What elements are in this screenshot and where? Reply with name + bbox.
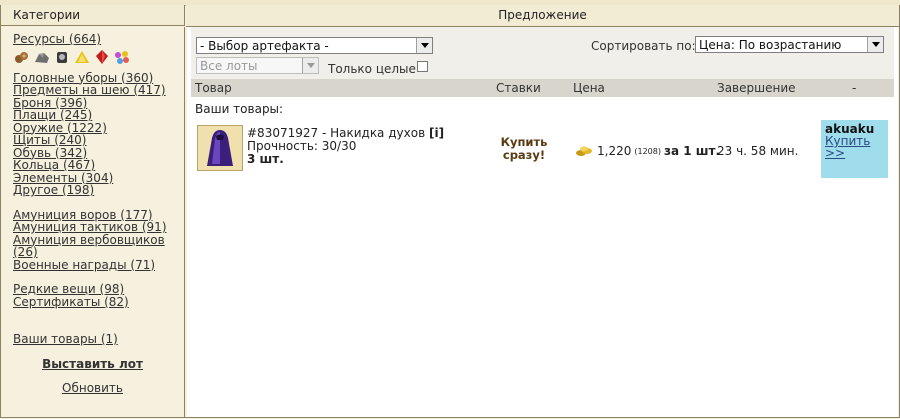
price-base: (1208) — [634, 146, 661, 156]
chevron-down-icon — [416, 38, 432, 53]
sulfur-icon[interactable] — [73, 49, 91, 65]
price-value: 1,220 — [597, 144, 632, 158]
category-link[interactable]: Сертификаты (82) — [13, 295, 184, 309]
sort-label: Сортировать по: — [591, 39, 696, 53]
column-ends: Завершение — [717, 81, 796, 95]
gems-icon[interactable] — [113, 49, 131, 65]
chevron-down-icon — [302, 58, 318, 73]
lot-info-link[interactable]: [i] — [429, 126, 444, 140]
lot-title-text: #83071927 - Накидка духов — [247, 126, 426, 140]
column-bids: Ставки — [496, 81, 541, 95]
lot-durability: Прочность: 30/30 — [247, 139, 357, 153]
lot-quantity: 3 шт. — [247, 152, 284, 166]
category-link[interactable]: Военные награды (71) — [13, 258, 184, 272]
category-link[interactable]: Щиты (240) — [13, 134, 184, 147]
section-label: Ваши товары: — [195, 102, 284, 116]
category-link[interactable]: Предметы на шею (417) — [13, 84, 184, 97]
column-dash: - — [852, 81, 857, 95]
sort-select-value: Цена: По возрастанию — [699, 38, 842, 52]
chevron-down-icon — [867, 37, 883, 52]
post-lot-link[interactable]: Выставить лот — [13, 357, 184, 371]
category-link[interactable]: Редкие вещи (98) — [13, 283, 184, 296]
sort-select[interactable]: Цена: По возрастанию — [695, 36, 884, 53]
column-item: Товар — [195, 81, 232, 95]
my-items-link[interactable]: Ваши товары (1) — [13, 333, 184, 346]
buy-now-label: Купить сразу! — [500, 135, 548, 162]
wood-icon[interactable] — [13, 49, 31, 65]
artifact-select-value: - Выбор артефакта - — [200, 39, 329, 53]
offers-header: Предложение — [186, 5, 899, 27]
lot-title: #83071927 - Накидка духов [i] — [247, 126, 444, 140]
categories-sidebar: Ресурсы (664) Головные уборы (360) Предм… — [1, 27, 185, 417]
refresh-link[interactable]: Обновить — [13, 382, 184, 395]
resource-icons — [13, 49, 184, 65]
crystal-icon[interactable] — [93, 49, 111, 65]
column-price: Цена — [573, 81, 605, 95]
category-link[interactable]: Амуниция тактиков (91) — [13, 221, 184, 234]
categories-header: Категории — [1, 5, 185, 26]
whole-only-checkbox[interactable] — [417, 61, 428, 72]
lots-select-value: Все лоты — [200, 59, 258, 73]
seller-cell: akuaku Купить >> — [821, 120, 888, 178]
filter-toolbar: - Выбор артефакта - Все лоты Только целы… — [191, 27, 894, 79]
column-header-row: Товар Ставки Цена Завершение - — [191, 79, 894, 97]
mercury-icon[interactable] — [53, 49, 71, 65]
whole-only-label: Только целые — [328, 62, 416, 76]
item-thumbnail[interactable] — [197, 125, 243, 171]
category-resources[interactable]: Ресурсы (664) — [13, 33, 184, 46]
artifact-select[interactable]: - Выбор артефакта - — [196, 37, 433, 54]
offers-panel: - Выбор артефакта - Все лоты Только целы… — [187, 27, 898, 417]
category-link[interactable]: Другое (198) — [13, 184, 184, 197]
ore-icon[interactable] — [33, 49, 51, 65]
cloak-icon — [207, 130, 233, 166]
lot-price: 1,220 (1208) за 1 шт. — [575, 144, 720, 158]
category-link[interactable]: Амуниция вербовщиков (26) — [13, 233, 184, 259]
category-link[interactable]: Кольца (467) — [13, 159, 184, 172]
buy-link[interactable]: Купить >> — [825, 135, 884, 159]
category-link[interactable]: Плащи (245) — [13, 109, 184, 122]
gold-icon — [576, 146, 592, 156]
lots-select[interactable]: Все лоты — [196, 57, 319, 74]
price-per-unit: за 1 шт. — [663, 144, 721, 158]
lot-ends: 23 ч. 58 мин. — [717, 144, 799, 158]
